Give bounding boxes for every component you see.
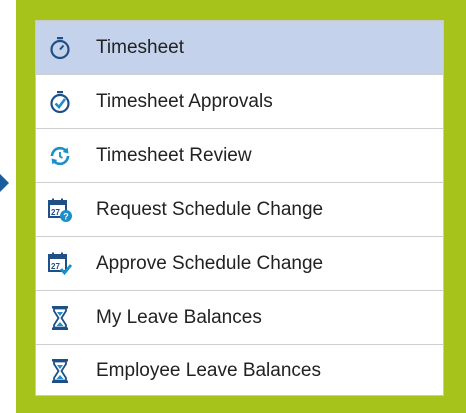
menu-item-label: Request Schedule Change xyxy=(96,198,324,220)
menu-item-request-schedule-change[interactable]: 27 ? Request Schedule Change xyxy=(36,183,443,237)
menu-item-label: My Leave Balances xyxy=(96,306,262,328)
svg-text:27: 27 xyxy=(51,262,60,271)
menu-item-timesheet-approvals[interactable]: Timesheet Approvals xyxy=(36,75,443,129)
menu-item-label: Timesheet Approvals xyxy=(96,90,273,112)
stopwatch-icon xyxy=(36,34,84,62)
menu-item-timesheet[interactable]: Timesheet xyxy=(36,21,443,75)
calendar-check-icon: 27 xyxy=(36,250,84,278)
menu-item-timesheet-review[interactable]: Timesheet Review xyxy=(36,129,443,183)
hourglass-icon xyxy=(36,304,84,332)
menu-item-label: Approve Schedule Change xyxy=(96,252,324,274)
svg-text:27: 27 xyxy=(51,208,60,217)
hourglass-icon xyxy=(36,357,84,385)
menu-item-label: Employee Leave Balances xyxy=(96,360,321,381)
pointer-arrow-icon xyxy=(0,174,9,192)
menu-item-approve-schedule-change[interactable]: 27 Approve Schedule Change xyxy=(36,237,443,291)
refresh-clock-icon xyxy=(36,142,84,170)
menu-item-label: Timesheet xyxy=(96,36,184,58)
calendar-question-icon: 27 ? xyxy=(36,196,84,224)
menu-item-my-leave-balances[interactable]: My Leave Balances xyxy=(36,291,443,345)
svg-text:?: ? xyxy=(63,211,69,221)
stopwatch-check-icon xyxy=(36,88,84,116)
menu-item-label: Timesheet Review xyxy=(96,144,252,166)
menu-item-employee-leave-balances[interactable]: Employee Leave Balances xyxy=(36,345,443,397)
menu-list: Timesheet Timesheet Approvals Timesheet … xyxy=(35,20,444,396)
